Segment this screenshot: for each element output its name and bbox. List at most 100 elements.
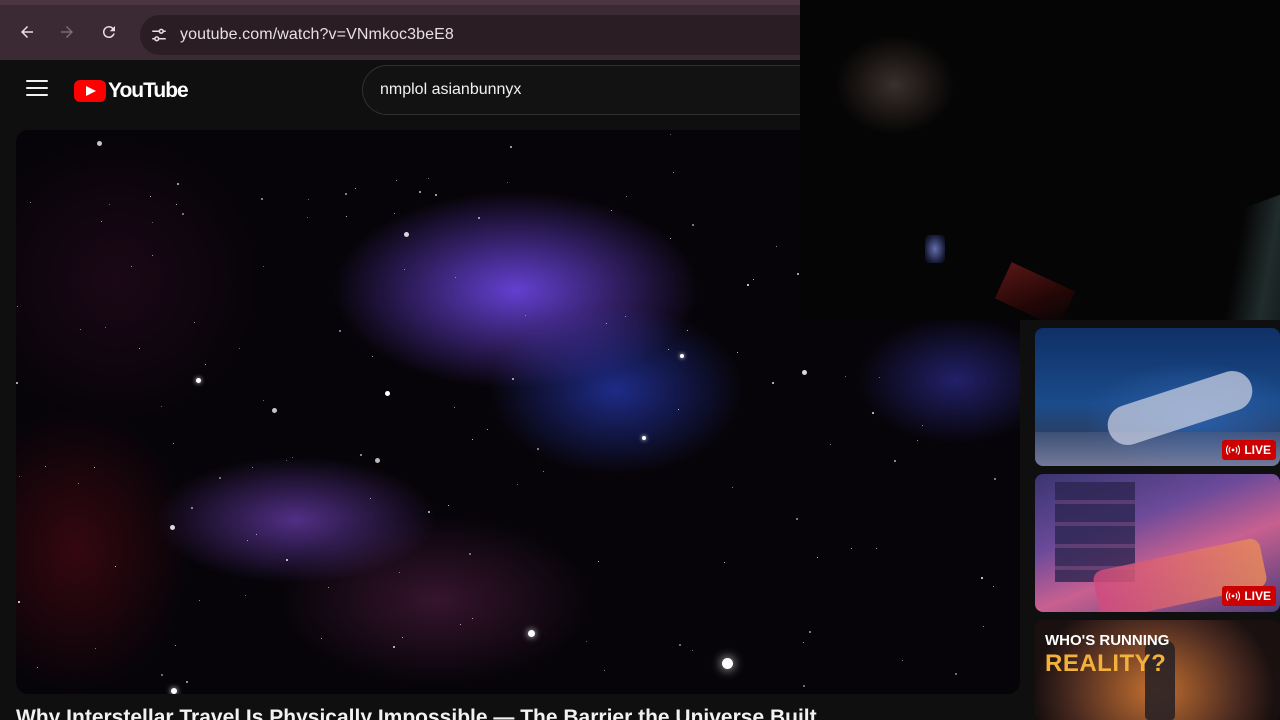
related-video-thumbnail[interactable]: LIVE <box>1035 474 1280 612</box>
star-dot <box>399 572 400 573</box>
star-dot <box>673 172 674 173</box>
related-video-thumbnail[interactable]: WHO'S RUNNING REALITY? <box>1035 620 1280 720</box>
star-dot <box>598 561 599 562</box>
star-dot <box>372 356 373 357</box>
site-info-icon[interactable] <box>150 26 168 44</box>
star-dot <box>345 193 347 195</box>
star-dot <box>393 646 395 648</box>
star-dot <box>983 626 984 627</box>
related-video-thumbnail[interactable]: LIVE <box>1035 328 1280 466</box>
thumbnail-overlay-text: WHO'S RUNNING <box>1045 632 1170 649</box>
star-dot <box>845 376 846 377</box>
live-broadcast-icon <box>1226 591 1241 601</box>
star-dot <box>428 178 429 179</box>
star-dot <box>797 273 799 275</box>
star-dot <box>611 210 612 211</box>
star-dot <box>469 553 471 555</box>
star-dot <box>139 348 140 349</box>
youtube-logo-text: YouTube <box>108 79 189 102</box>
youtube-logo[interactable]: YouTube <box>74 79 189 103</box>
star-dot <box>692 650 693 651</box>
star-dot <box>171 688 177 694</box>
star-dot <box>321 638 322 639</box>
reload-icon[interactable] <box>96 19 122 45</box>
star-dot <box>510 146 512 148</box>
star-dot <box>460 624 461 625</box>
star-dot <box>115 566 116 567</box>
youtube-header: YouTube nmplol asianbunnyx <box>0 60 822 120</box>
live-badge: LIVE <box>1222 586 1276 606</box>
star-dot <box>191 507 193 509</box>
star-dot <box>678 409 679 410</box>
star-dot <box>78 483 79 484</box>
star-dot <box>170 525 175 530</box>
star-dot <box>803 642 804 643</box>
star-dot <box>776 246 777 247</box>
star-dot <box>537 448 539 450</box>
star-dot <box>263 266 264 267</box>
star-dot <box>670 238 671 239</box>
star-dot <box>955 673 957 675</box>
star-dot <box>455 277 456 278</box>
star-dot <box>286 460 287 461</box>
star-dot <box>150 196 151 197</box>
star-dot <box>668 349 669 350</box>
star-dot <box>772 382 774 384</box>
back-arrow-icon[interactable] <box>14 19 40 45</box>
star-dot <box>101 221 102 222</box>
star-dot <box>876 548 877 549</box>
star-dot <box>292 457 293 458</box>
star-dot <box>370 498 371 499</box>
star-dot <box>472 618 473 619</box>
star-dot <box>131 266 132 267</box>
star-dot <box>94 467 95 468</box>
star-dot <box>724 562 725 563</box>
star-dot <box>263 400 264 401</box>
address-bar[interactable]: youtube.com/watch?v=VNmkoc3beE8 <box>140 15 840 55</box>
star-dot <box>586 641 587 642</box>
star-dot <box>435 194 437 196</box>
star-dot <box>186 681 188 683</box>
star-dot <box>732 487 733 488</box>
star-dot <box>830 444 831 445</box>
star-dot <box>994 478 996 480</box>
star-dot <box>917 440 918 441</box>
star-dot <box>507 182 508 183</box>
url-text[interactable]: youtube.com/watch?v=VNmkoc3beE8 <box>180 26 454 44</box>
star-dot <box>606 323 607 324</box>
star-dot <box>679 644 681 646</box>
star-dot <box>396 180 397 181</box>
star-dot <box>993 586 994 587</box>
star-dot <box>525 315 526 316</box>
youtube-logo-icon <box>74 80 106 102</box>
search-input[interactable]: nmplol asianbunnyx <box>362 65 822 115</box>
star-dot <box>604 670 605 671</box>
menu-icon[interactable] <box>26 80 48 98</box>
star-dot <box>687 330 688 331</box>
search-query[interactable]: nmplol asianbunnyx <box>380 81 521 99</box>
star-dot <box>454 407 455 408</box>
star-dot <box>360 454 362 456</box>
star-dot <box>753 279 754 280</box>
star-dot <box>355 188 356 189</box>
star-dot <box>722 658 733 669</box>
star-dot <box>375 458 380 463</box>
star-dot <box>252 467 253 468</box>
star-dot <box>737 352 738 353</box>
star-dot <box>528 630 535 637</box>
star-dot <box>286 559 288 561</box>
star-dot <box>177 183 179 185</box>
star-dot <box>261 198 263 200</box>
star-dot <box>152 222 153 223</box>
star-dot <box>428 511 430 513</box>
star-dot <box>472 439 473 440</box>
star-dot <box>402 637 403 638</box>
star-dot <box>692 224 694 226</box>
star-dot <box>448 505 449 506</box>
star-dot <box>394 213 395 214</box>
star-dot <box>851 548 852 549</box>
star-dot <box>105 327 106 328</box>
star-dot <box>37 667 38 668</box>
forward-arrow-icon[interactable] <box>54 19 80 45</box>
star-dot <box>152 255 153 256</box>
